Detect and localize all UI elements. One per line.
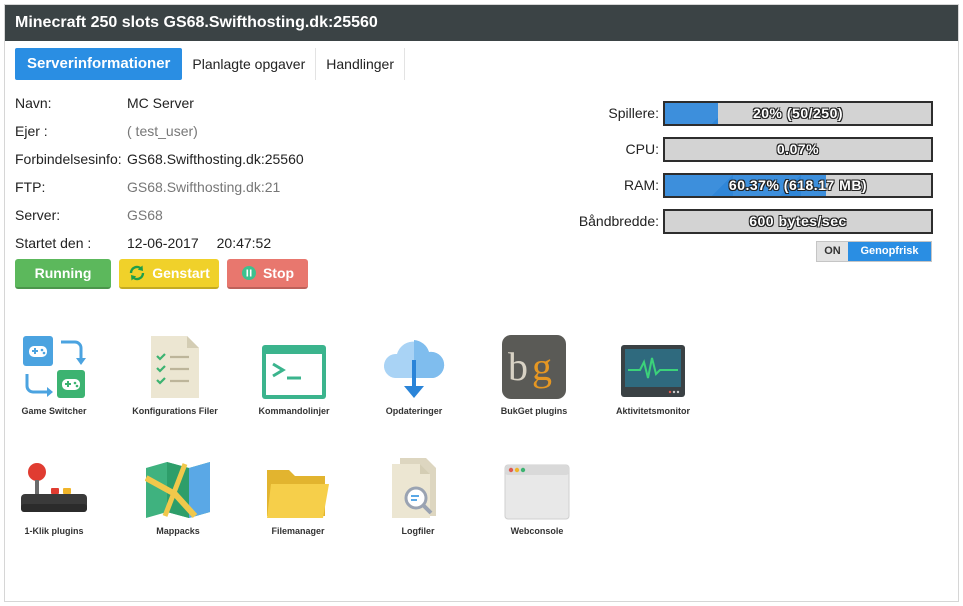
ram-bar-text: 60.37% (618.17 MB)	[728, 176, 868, 193]
stop-label: Stop	[262, 265, 295, 281]
running-button[interactable]: Running	[15, 259, 111, 289]
tab-serverinformationer[interactable]: Serverinformationer	[15, 48, 183, 80]
running-label: Running	[34, 265, 92, 281]
app-one-click-plugins[interactable]: 1-Klik plugins	[0, 450, 109, 536]
stat-ram: RAM: 60.37% (618.17 MB)	[565, 167, 933, 203]
stat-cpu: CPU: 0.07%	[565, 131, 933, 167]
cloud-download-icon	[359, 330, 469, 400]
app-label: Konfigurations Filer	[132, 406, 218, 416]
terminal-icon	[239, 330, 349, 400]
toggle-on-label: ON	[817, 242, 848, 261]
info-row-owner: Ejer : ( test_user)	[15, 117, 304, 145]
name-value: MC Server	[127, 95, 194, 111]
bandwidth-label: Båndbredde:	[578, 213, 659, 229]
bukget-icon: b g	[479, 330, 589, 400]
stat-players: Spillere: 20% (50/250)	[565, 95, 933, 131]
log-search-icon	[363, 450, 473, 520]
app-config-files[interactable]: Konfigurations Filer	[120, 330, 230, 416]
stop-button[interactable]: Stop	[227, 259, 308, 289]
app-label: Game Switcher	[21, 406, 87, 416]
refresh-label: Genopfrisk	[848, 242, 931, 261]
app-label: Webconsole	[510, 526, 564, 536]
app-label: BukGet plugins	[500, 406, 568, 416]
ram-label: RAM:	[624, 177, 659, 193]
auto-refresh-toggle[interactable]: ON Genopfrisk	[816, 241, 932, 262]
panel-title: Minecraft 250 slots GS68.Swifthosting.dk…	[5, 5, 958, 41]
app-label: Filemanager	[271, 526, 325, 536]
server-label: Server:	[15, 207, 61, 223]
info-row-server: Server: GS68	[15, 201, 304, 229]
info-row-name: Navn: MC Server	[15, 89, 304, 117]
tab-planlagte-opgaver[interactable]: Planlagte opgaver	[182, 48, 317, 80]
server-controls: Running Genstart Stop	[15, 259, 308, 289]
cpu-bar-text: 0.07%	[776, 140, 820, 157]
started-label: Startet den :	[15, 235, 92, 251]
tab-handlinger[interactable]: Handlinger	[316, 48, 405, 80]
app-label: Kommandolinjer	[258, 406, 330, 416]
server-stats: Spillere: 20% (50/250) CPU: 0.07% RAM: 6…	[565, 95, 933, 239]
ftp-value: GS68.Swifthosting.dk:21	[127, 179, 281, 195]
app-label: Opdateringer	[385, 406, 443, 416]
owner-label: Ejer :	[15, 123, 48, 139]
app-webconsole[interactable]: Webconsole	[482, 450, 592, 536]
owner-value: ( test_user)	[127, 123, 198, 139]
info-row-connection: Forbindelsesinfo: GS68.Swifthosting.dk:2…	[15, 145, 304, 173]
activity-monitor-icon	[598, 330, 708, 400]
joystick-icon	[0, 450, 109, 520]
app-mappacks[interactable]: Mappacks	[123, 450, 233, 536]
app-label: Mappacks	[156, 526, 200, 536]
app-label: Logfiler	[401, 526, 435, 536]
cpu-bar: 0.07%	[663, 136, 933, 162]
app-updates[interactable]: Opdateringer	[359, 330, 469, 416]
cpu-label: CPU:	[625, 141, 659, 157]
app-label: 1-Klik plugins	[24, 526, 84, 536]
started-date: 12-06-2017	[127, 235, 199, 251]
refresh-icon	[128, 264, 146, 282]
app-filemanager[interactable]: Filemanager	[243, 450, 353, 536]
svg-text:g: g	[532, 344, 552, 389]
app-bukget-plugins[interactable]: b g BukGet plugins	[479, 330, 589, 416]
connection-value: GS68.Swifthosting.dk:25560	[127, 151, 304, 167]
tab-bar: Serverinformationer Planlagte opgaver Ha…	[15, 48, 405, 81]
app-game-switcher[interactable]: Game Switcher	[0, 330, 109, 416]
players-label: Spillere:	[608, 105, 659, 121]
started-time: 20:47:52	[216, 235, 272, 251]
server-info: Navn: MC Server Ejer : ( test_user) Forb…	[15, 89, 304, 257]
players-bar: 20% (50/250)	[663, 100, 933, 126]
bandwidth-bar-text: 600 bytes/sec	[749, 212, 847, 229]
app-label: Aktivitetsmonitor	[615, 406, 690, 416]
bandwidth-bar: 600 bytes/sec	[663, 208, 933, 234]
folder-icon	[243, 450, 353, 520]
app-logfiles[interactable]: Logfiler	[363, 450, 473, 536]
ram-bar: 60.37% (618.17 MB)	[663, 172, 933, 198]
ftp-label: FTP:	[15, 179, 46, 195]
stat-bandwidth: Båndbredde: 600 bytes/sec	[565, 203, 933, 239]
config-files-icon	[120, 330, 230, 400]
browser-window-icon	[482, 450, 592, 520]
pause-icon	[241, 265, 257, 281]
connection-label: Forbindelsesinfo:	[15, 151, 122, 167]
svg-text:b: b	[508, 344, 528, 389]
players-bar-text: 20% (50/250)	[752, 104, 844, 121]
map-icon	[123, 450, 233, 520]
info-row-ftp: FTP: GS68.Swifthosting.dk:21	[15, 173, 304, 201]
restart-label: Genstart	[152, 265, 210, 281]
app-terminal[interactable]: Kommandolinjer	[239, 330, 349, 416]
info-row-started: Startet den : 12-06-2017 20:47:52	[15, 229, 304, 257]
restart-button[interactable]: Genstart	[119, 259, 219, 289]
app-activity-monitor[interactable]: Aktivitetsmonitor	[598, 330, 708, 416]
name-label: Navn:	[15, 95, 52, 111]
server-value: GS68	[127, 207, 163, 223]
game-switcher-icon	[0, 330, 109, 400]
server-panel: Minecraft 250 slots GS68.Swifthosting.dk…	[4, 4, 959, 602]
